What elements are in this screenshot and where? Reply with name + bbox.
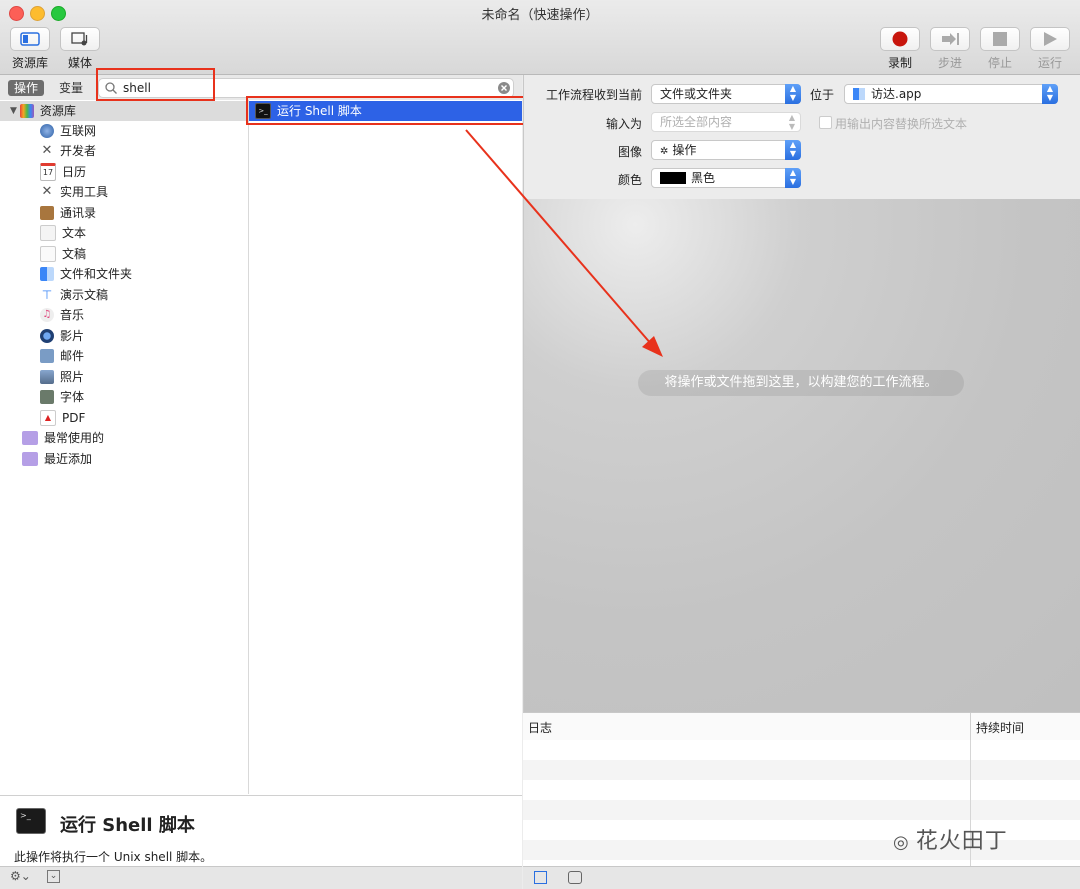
- log-row: [523, 760, 1080, 780]
- wechat-icon: ◎: [893, 832, 910, 853]
- log-header: 日志 持续时间: [523, 712, 1080, 741]
- split-view-icon[interactable]: [568, 871, 582, 884]
- duration-column-header[interactable]: 持续时间: [976, 719, 1024, 736]
- log-column-header[interactable]: 日志: [528, 719, 552, 736]
- list-view-icon[interactable]: [534, 871, 547, 884]
- column-divider: [970, 713, 971, 740]
- log-row: [523, 800, 1080, 820]
- watermark: ◎ 花火田丁: [893, 823, 1008, 855]
- right-bottom-bar: [523, 866, 1080, 889]
- watermark-text: 花火田丁: [915, 829, 1008, 854]
